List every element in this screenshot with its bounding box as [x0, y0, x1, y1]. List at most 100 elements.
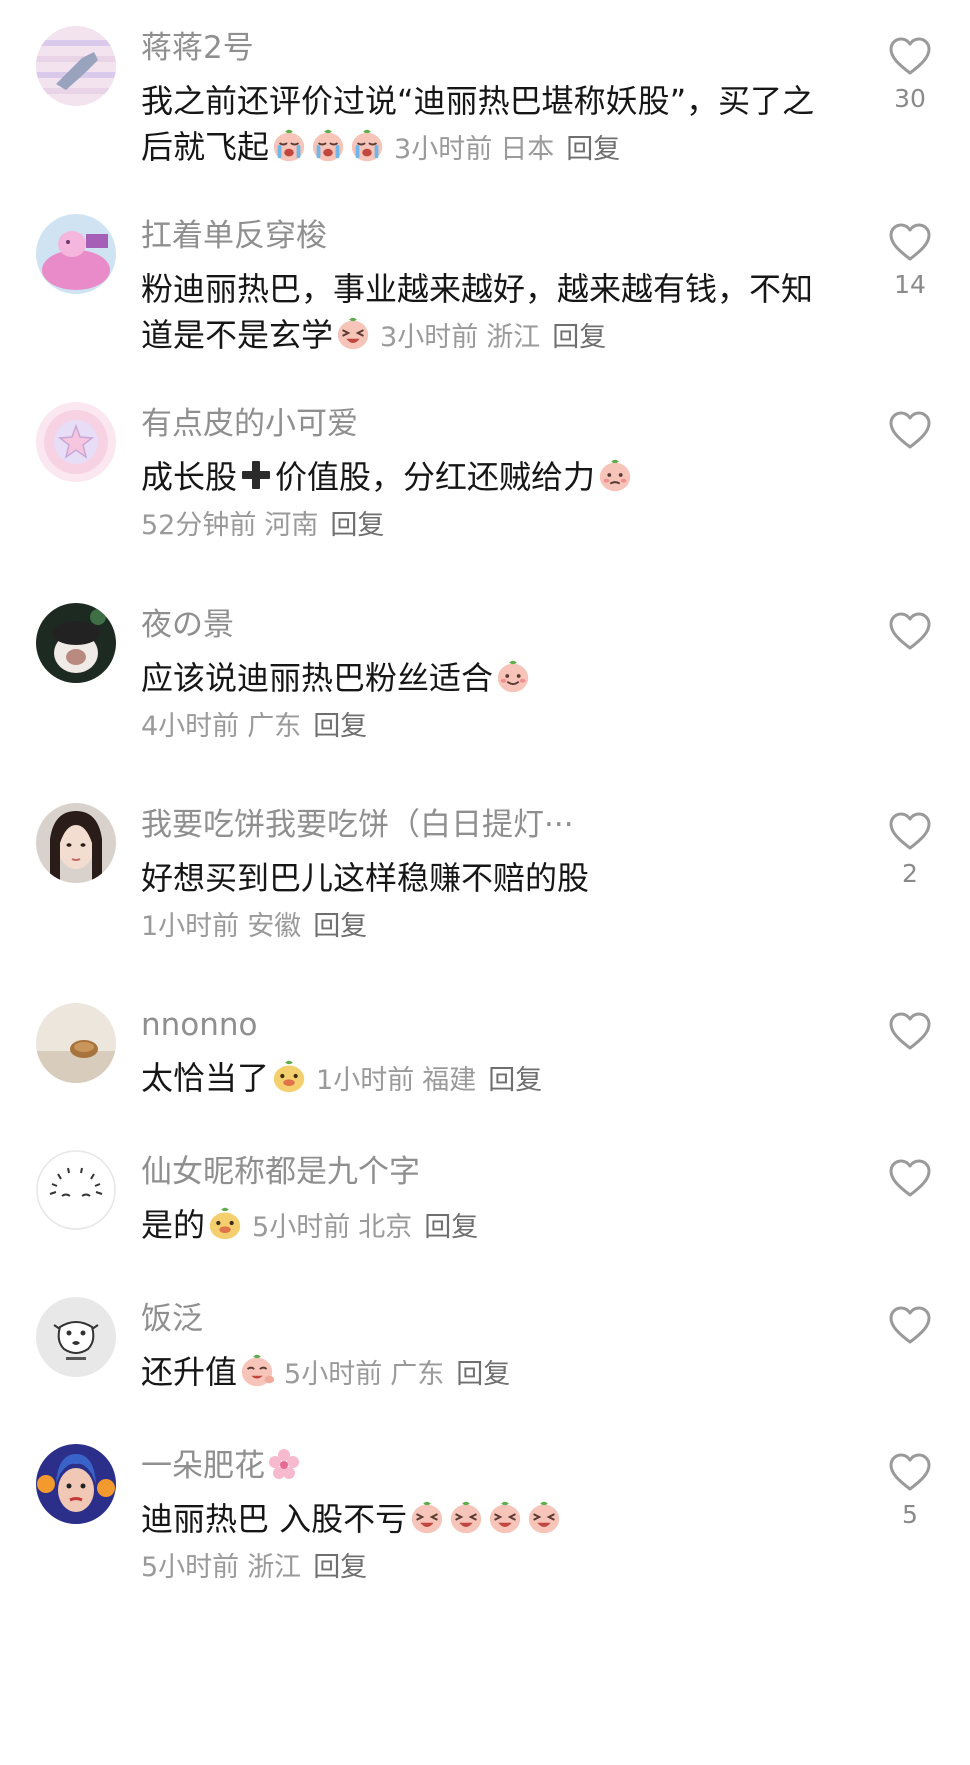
laughing-face-emoji: [334, 314, 372, 352]
heart-icon: [889, 1306, 931, 1344]
comment-location: 福建: [422, 1065, 477, 1096]
comment-location: 安徽: [247, 911, 302, 942]
crying-face-emoji: [309, 126, 347, 164]
avatar[interactable]: [36, 803, 116, 883]
comment-text: 好想买到巴儿这样稳赚不赔的股: [141, 859, 590, 897]
comment-location: 河南: [264, 510, 319, 541]
comment-body: 迪丽热巴 入股不亏 5小时前 浙江 回复: [141, 1496, 821, 1590]
avatar[interactable]: [36, 214, 116, 294]
comment-username[interactable]: 饭泛: [141, 1299, 203, 1339]
avatar-image: [36, 1003, 116, 1083]
heart-icon: [889, 1012, 931, 1050]
comment-username[interactable]: 一朵肥花: [141, 1446, 301, 1486]
reply-button[interactable]: 回复: [313, 711, 367, 742]
comment-body: 太恰当了 1小时前 福建 回复: [141, 1055, 821, 1104]
reply-button[interactable]: 回复: [552, 322, 606, 353]
comment-time: 52分钟前: [141, 510, 257, 541]
comment-time: 1小时前: [316, 1065, 415, 1096]
like-button[interactable]: [880, 1011, 940, 1059]
comment-list: 蒋蒋2号 我之前还评价过说“迪丽热巴堪称妖股”，买了之后就飞起 3小时前 日本 回复 …: [0, 0, 970, 1765]
reply-button[interactable]: 回复: [313, 911, 367, 942]
reply-button[interactable]: 回复: [566, 134, 620, 165]
laughing-face-emoji: [447, 1498, 485, 1536]
comment-username[interactable]: 扛着单反穿梭: [141, 216, 327, 256]
comment-meta: 1小时前 安徽 回复: [141, 905, 821, 949]
comment-username[interactable]: 仙女昵称都是九个字: [141, 1152, 420, 1192]
comment-meta: 5小时前 北京 回复: [252, 1212, 478, 1243]
comment-text-part2: 价值股，分红还贼给力: [275, 458, 596, 496]
avatar[interactable]: [36, 26, 116, 106]
waving-face-emoji: [238, 1351, 276, 1389]
comment-body: 我之前还评价过说“迪丽热巴堪称妖股”，买了之后就飞起 3小时前 日本 回复: [141, 78, 821, 173]
heart-icon: [889, 1453, 931, 1491]
like-count: 5: [902, 1500, 918, 1529]
comment-location: 广东: [247, 711, 302, 742]
heart-icon: [889, 1159, 931, 1197]
comment-item: 我要吃饼我要吃饼（白日提灯··· 好想买到巴儿这样稳赚不赔的股 1小时前 安徽 回复…: [0, 803, 970, 973]
avatar[interactable]: [36, 603, 116, 683]
comment-item: 夜の景 应该说迪丽热巴粉丝适合 4小时前 广东 回复: [0, 603, 970, 773]
comment-username[interactable]: nnonno: [141, 1005, 258, 1045]
comment-meta: 3小时前 浙江 回复: [380, 322, 606, 353]
comment-time: 5小时前: [284, 1359, 383, 1390]
comment-meta: 1小时前 福建 回复: [316, 1065, 542, 1096]
reply-button[interactable]: 回复: [313, 1552, 367, 1583]
comment-meta: 52分钟前 河南 回复: [141, 504, 821, 548]
like-count: 30: [894, 84, 926, 113]
like-button[interactable]: [880, 410, 940, 458]
comment-location: 浙江: [486, 322, 541, 353]
comment-time: 5小时前: [252, 1212, 351, 1243]
comment-text: 还升值: [141, 1353, 238, 1391]
yellow-duck-emoji: [206, 1204, 244, 1242]
comment-time: 5小时前: [141, 1552, 240, 1583]
comment-body: 粉迪丽热巴，事业越来越好，越来越有钱，不知道是不是玄学 3小时前 浙江 回复: [141, 266, 821, 361]
comment-username[interactable]: 我要吃饼我要吃饼（白日提灯···: [141, 805, 574, 845]
like-button[interactable]: 2: [880, 811, 940, 889]
like-button[interactable]: 30: [880, 36, 940, 114]
comment-username[interactable]: 蒋蒋2号: [141, 28, 254, 68]
comment-meta: 5小时前 浙江 回复: [141, 1546, 821, 1590]
reply-button[interactable]: 回复: [456, 1359, 510, 1390]
laughing-face-emoji: [486, 1498, 524, 1536]
avatar[interactable]: [36, 1444, 116, 1524]
heart-icon: [889, 37, 931, 75]
cherry-blossom-icon: [267, 1447, 301, 1481]
like-button[interactable]: 5: [880, 1452, 940, 1530]
shy-face-emoji: [596, 456, 634, 494]
like-button[interactable]: 14: [880, 222, 940, 300]
comment-time: 1小时前: [141, 911, 240, 942]
reply-button[interactable]: 回复: [488, 1065, 542, 1096]
laughing-face-emoji: [525, 1498, 563, 1536]
comment-text: 太恰当了: [141, 1059, 270, 1097]
heart-icon: [889, 223, 931, 261]
avatar[interactable]: [36, 1150, 116, 1230]
avatar[interactable]: [36, 1297, 116, 1377]
comment-time: 3小时前: [380, 322, 479, 353]
comment-item: 扛着单反穿梭 粉迪丽热巴，事业越来越好，越来越有钱，不知道是不是玄学 3小时前 浙江…: [0, 214, 970, 384]
comment-text: 应该说迪丽热巴粉丝适合: [141, 659, 494, 697]
like-button[interactable]: [880, 1305, 940, 1353]
avatar[interactable]: [36, 1003, 116, 1083]
avatar-image: [36, 1444, 116, 1524]
avatar[interactable]: [36, 402, 116, 482]
comment-username[interactable]: 有点皮的小可爱: [141, 404, 358, 444]
comment-body: 还升值 5小时前 广东 回复: [141, 1349, 821, 1398]
comment-meta: 5小时前 广东 回复: [284, 1359, 510, 1390]
avatar-image: [36, 402, 116, 482]
avatar-image: [36, 1297, 116, 1377]
comment-text-part1: 成长股: [141, 458, 238, 496]
comment-item: 仙女昵称都是九个字 是的 5小时前 北京 回复: [0, 1150, 970, 1280]
comment-username[interactable]: 夜の景: [141, 605, 234, 645]
comment-item: nnonno 太恰当了 1小时前 福建 回复: [0, 1003, 970, 1133]
comment-meta: 3小时前 日本 回复: [394, 134, 620, 165]
like-button[interactable]: [880, 611, 940, 659]
reply-button[interactable]: 回复: [424, 1212, 478, 1243]
comment-body: 好想买到巴儿这样稳赚不赔的股 1小时前 安徽 回复: [141, 855, 821, 949]
smiling-face-emoji: [494, 657, 532, 695]
reply-button[interactable]: 回复: [330, 510, 384, 541]
like-count: 2: [902, 859, 918, 888]
like-button[interactable]: [880, 1158, 940, 1206]
comment-item: 蒋蒋2号 我之前还评价过说“迪丽热巴堪称妖股”，买了之后就飞起 3小时前 日本 回复 …: [0, 26, 970, 196]
avatar-image: [36, 803, 116, 883]
comment-body: 应该说迪丽热巴粉丝适合 4小时前 广东 回复: [141, 655, 821, 749]
